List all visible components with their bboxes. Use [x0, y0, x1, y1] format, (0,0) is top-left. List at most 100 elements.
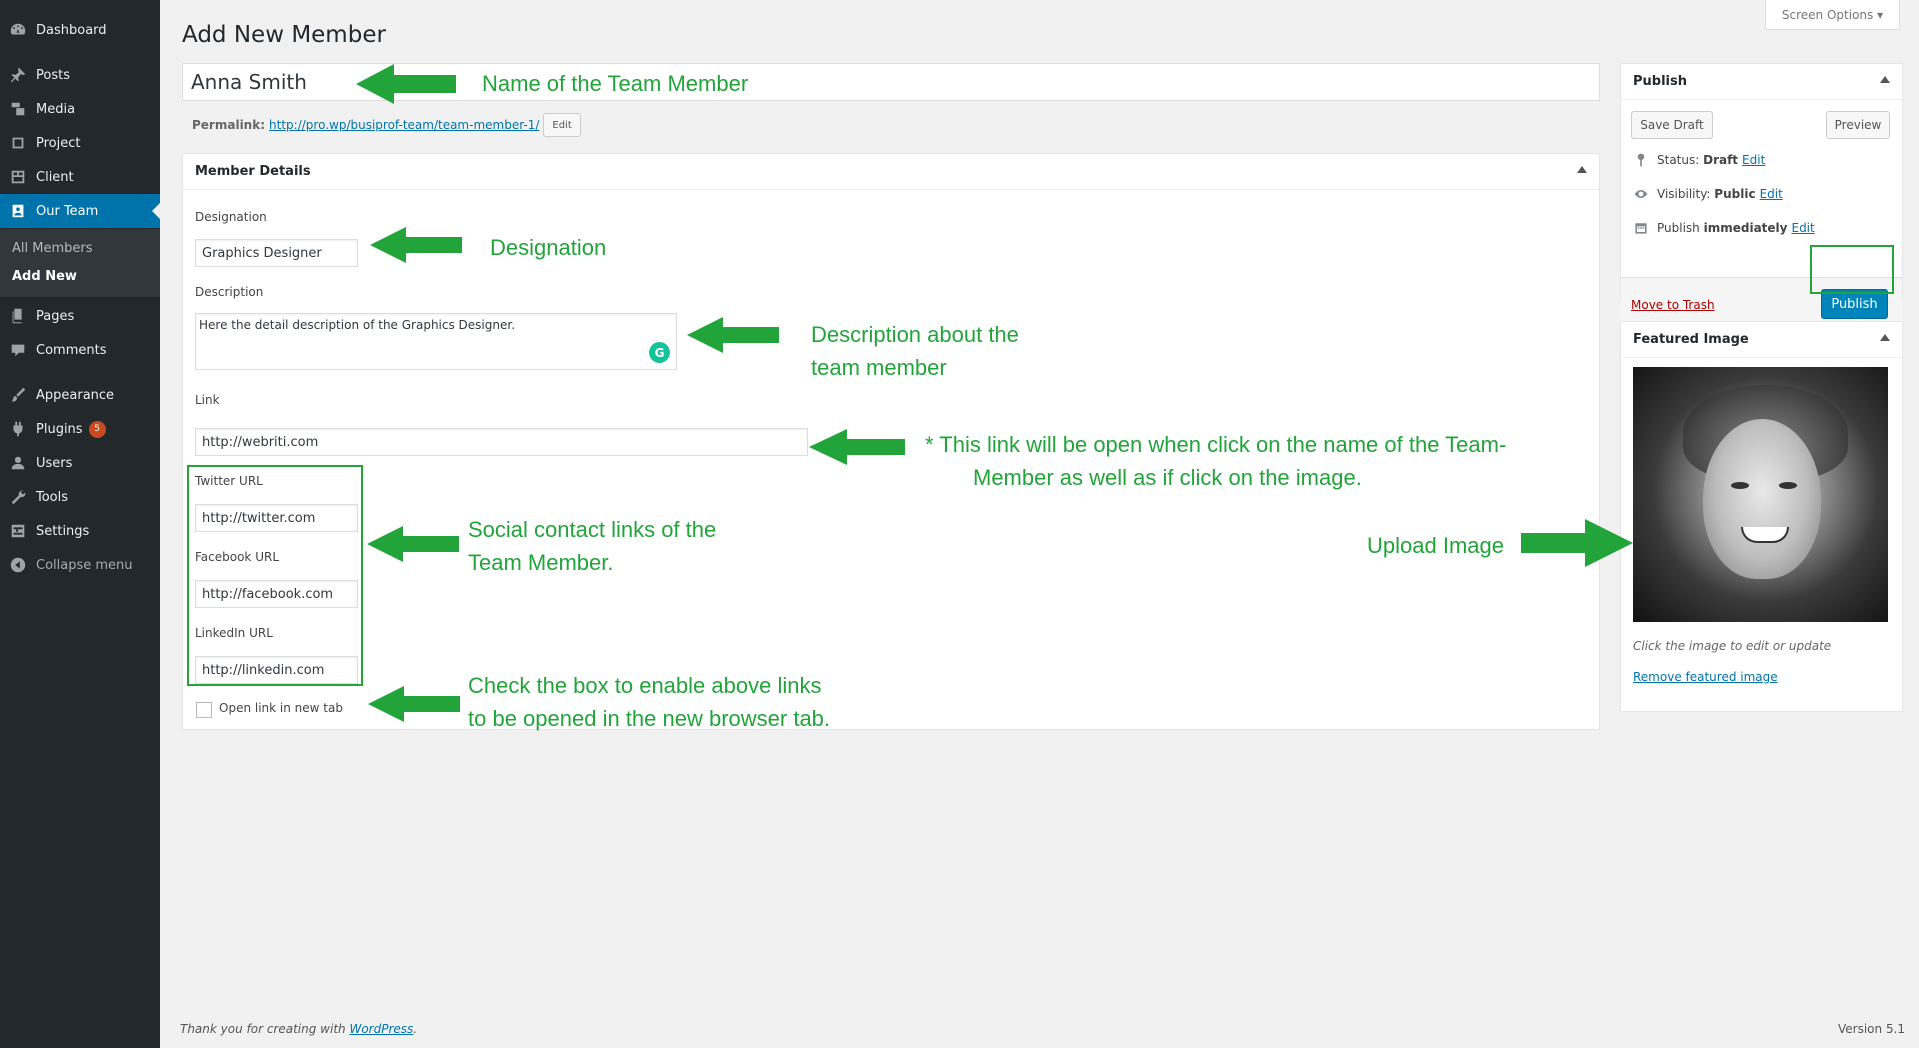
- save-draft-button[interactable]: Save Draft: [1631, 111, 1713, 139]
- menu-label: Appearance: [36, 387, 115, 403]
- schedule-label: Publish: [1657, 221, 1700, 235]
- annotation-arrow: [1521, 519, 1633, 567]
- move-to-trash-link[interactable]: Move to Trash: [1631, 298, 1715, 312]
- photo-eye: [1779, 482, 1797, 489]
- menu-comments[interactable]: Comments: [0, 333, 160, 367]
- menu-users[interactable]: Users: [0, 446, 160, 480]
- open-new-tab-checkbox[interactable]: [196, 702, 212, 718]
- publish-header[interactable]: Publish: [1621, 64, 1902, 100]
- eye-icon: [1634, 190, 1648, 198]
- permalink-row: Permalink: http://pro.wp/busiprof-team/t…: [192, 113, 581, 137]
- featured-image[interactable]: [1633, 367, 1888, 622]
- submenu-add-new[interactable]: Add New: [12, 269, 77, 284]
- status-row: Status: Draft Edit: [1633, 152, 1765, 168]
- collapse-menu-button[interactable]: Collapse menu: [0, 548, 160, 582]
- screen-options-button[interactable]: Screen Options ▾: [1765, 0, 1900, 30]
- photo-face: [1703, 419, 1821, 579]
- menu-settings[interactable]: Settings: [0, 514, 160, 548]
- annotation-description-line1: Description about the: [811, 322, 1019, 347]
- team-icon: [0, 202, 36, 220]
- schedule-value: immediately: [1703, 221, 1788, 235]
- our-team-submenu: All Members Add New: [0, 229, 160, 297]
- menu-label: Project: [36, 135, 81, 151]
- status-value: Draft: [1703, 153, 1739, 167]
- menu-appearance[interactable]: Appearance: [0, 378, 160, 412]
- menu-media[interactable]: Media: [0, 92, 160, 126]
- menu-label: Media: [36, 101, 76, 117]
- member-details-title: Member Details: [195, 164, 311, 179]
- collapse-toggle-icon[interactable]: [1577, 166, 1587, 173]
- menu-label: Collapse menu: [36, 557, 133, 573]
- featured-image-box: Featured Image Click the image to edit o…: [1620, 321, 1903, 712]
- designation-field[interactable]: Graphics Designer: [195, 239, 358, 267]
- permalink-link[interactable]: http://pro.wp/busiprof-team/team-member-…: [269, 118, 539, 132]
- footer-credit-prefix: Thank you for creating with: [180, 1022, 350, 1036]
- featured-image-hint: Click the image to edit or update: [1633, 639, 1832, 653]
- pin-icon: [1637, 153, 1645, 167]
- remove-featured-image-link[interactable]: Remove featured image: [1633, 670, 1778, 684]
- member-details-header[interactable]: Member Details: [183, 154, 1599, 190]
- collapse-toggle-icon[interactable]: [1880, 76, 1890, 83]
- version-text: Version 5.1: [1838, 1022, 1906, 1036]
- menu-label: Users: [36, 455, 73, 471]
- publish-highlight: [1810, 245, 1894, 294]
- preview-button[interactable]: Preview: [1826, 111, 1890, 139]
- annotation-arrow: [368, 686, 460, 722]
- designation-label: Designation: [195, 210, 267, 224]
- link-label: Link: [195, 393, 220, 407]
- social-links-highlight: [187, 465, 363, 686]
- description-label: Description: [195, 285, 264, 299]
- featured-image-header[interactable]: Featured Image: [1621, 322, 1902, 358]
- menu-label: Tools: [36, 489, 69, 505]
- menu-project[interactable]: Project: [0, 126, 160, 160]
- footer-credit-suffix: .: [413, 1022, 418, 1036]
- schedule-edit-link[interactable]: Edit: [1791, 221, 1814, 235]
- menu-our-team[interactable]: Our Team: [0, 194, 160, 228]
- annotation-social-line1: Social contact links of the: [468, 517, 717, 542]
- menu-label: Dashboard: [36, 22, 107, 38]
- wordpress-link[interactable]: WordPress: [349, 1022, 413, 1036]
- media-icon: [0, 100, 36, 118]
- annotation-arrow: [370, 227, 462, 263]
- featured-image-title: Featured Image: [1633, 332, 1749, 347]
- visibility-edit-link[interactable]: Edit: [1760, 187, 1783, 201]
- submenu-all-members[interactable]: All Members: [12, 241, 93, 256]
- menu-pages[interactable]: Pages: [0, 299, 160, 333]
- menu-posts[interactable]: Posts: [0, 58, 160, 92]
- wrench-icon: [0, 488, 36, 506]
- paintbrush-icon: [0, 386, 36, 404]
- users-icon: [0, 454, 36, 472]
- calendar-icon: [1635, 223, 1647, 234]
- menu-label: Client: [36, 169, 74, 185]
- pages-icon: [0, 307, 36, 325]
- visibility-row: Visibility: Public Edit: [1633, 186, 1783, 202]
- annotation-upload: Upload Image: [1367, 533, 1504, 558]
- visibility-value: Public: [1714, 187, 1756, 201]
- annotation-arrow: [356, 64, 456, 104]
- annotation-arrow: [687, 317, 779, 353]
- admin-sidebar: Dashboard Posts Media Project Client Our…: [0, 0, 160, 1048]
- comments-icon: [0, 341, 36, 359]
- current-indicator: [152, 203, 160, 219]
- menu-plugins[interactable]: Plugins 5: [0, 412, 160, 446]
- visibility-label: Visibility:: [1657, 187, 1711, 201]
- annotation-arrow: [367, 526, 459, 562]
- permalink-edit-button[interactable]: Edit: [543, 113, 581, 137]
- status-edit-link[interactable]: Edit: [1742, 153, 1765, 167]
- open-new-tab-label[interactable]: Open link in new tab: [219, 701, 343, 715]
- collapse-icon: [0, 556, 36, 574]
- dashboard-icon: [0, 21, 36, 39]
- menu-client[interactable]: Client: [0, 160, 160, 194]
- menu-label: Comments: [36, 342, 107, 358]
- grammarly-icon[interactable]: G: [649, 342, 670, 363]
- menu-dashboard[interactable]: Dashboard: [0, 13, 160, 47]
- annotation-designation: Designation: [490, 235, 607, 260]
- plugin-icon: [0, 420, 36, 438]
- collapse-toggle-icon[interactable]: [1880, 334, 1890, 341]
- annotation-description-line2: team member: [811, 355, 947, 380]
- description-field[interactable]: Here the detail description of the Graph…: [195, 313, 677, 370]
- annotation-name: Name of the Team Member: [482, 71, 749, 96]
- description-text: Here the detail description of the Graph…: [199, 318, 516, 332]
- link-field[interactable]: http://webriti.com: [195, 428, 808, 456]
- menu-tools[interactable]: Tools: [0, 480, 160, 514]
